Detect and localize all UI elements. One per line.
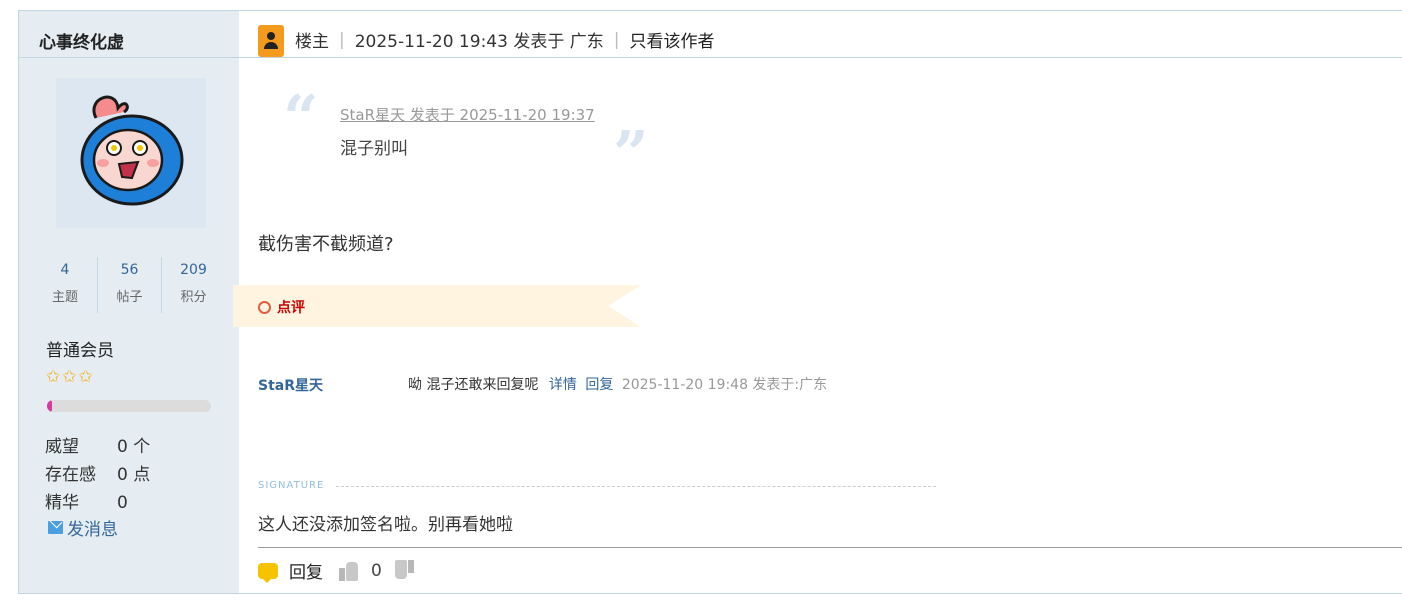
comment-entry: 呦 混子还敢来回复呢 详情 回复 2025-11-20 19:48 发表于:广东 [408, 374, 827, 394]
star-icon: ✩ [62, 367, 77, 387]
footer-divider [258, 547, 1402, 548]
floor-label: 楼主 [295, 32, 329, 52]
separator: | [613, 29, 620, 50]
quote-meta-link[interactable]: StaR星天 发表于 2025-11-20 19:37 [340, 104, 595, 125]
quote-close-icon: ” [613, 117, 649, 190]
quote-block: “ StaR星天 发表于 2025-11-20 19:37 混子别叫 ” [283, 81, 663, 190]
comment-time: 2025-11-20 19:48 发表于:广东 [621, 377, 828, 393]
post-timestamp: 2025-11-20 19:43 发表于 广东 [354, 32, 604, 52]
thumbs-down-icon[interactable] [394, 559, 414, 582]
thumbs-up-icon[interactable] [339, 560, 359, 582]
comment-detail-link[interactable]: 详情 [549, 377, 577, 393]
attr-prestige: 威望 0 个 [45, 432, 150, 457]
attr-key: 威望 [45, 437, 79, 457]
stat-value: 56 [120, 262, 139, 278]
stat-threads[interactable]: 4 主题 [33, 257, 97, 313]
reply-bubble-icon[interactable] [258, 562, 278, 583]
send-message-link[interactable]: 发消息 [48, 515, 118, 540]
only-author-link[interactable]: 只看该作者 [629, 27, 714, 52]
star-icon: ✩ [46, 367, 61, 387]
attr-value: 0 [117, 493, 128, 513]
comment-section-label: 点评 [277, 300, 305, 316]
quote-text: 混子别叫 [340, 139, 408, 159]
quote-open-icon: “ [283, 81, 319, 154]
level-progress-bar [47, 400, 211, 412]
avatar-image [80, 95, 184, 206]
author-stats: 4 主题 56 帖子 209 积分 [33, 257, 225, 313]
comment-text: 呦 混子还敢来回复呢 [408, 377, 539, 393]
level-progress-fill [47, 400, 52, 412]
attr-digest: 精华 0 [45, 488, 128, 513]
send-message-label: 发消息 [67, 520, 118, 540]
comment-reply-link[interactable]: 回复 [585, 377, 613, 393]
attr-presence: 存在感 0 点 [45, 460, 150, 485]
signature-divider [336, 486, 936, 487]
vote-count: 0 [371, 560, 382, 581]
attr-key: 精华 [45, 493, 79, 513]
stat-label: 帖子 [116, 290, 143, 305]
mail-icon [48, 521, 63, 534]
stat-points[interactable]: 209 积分 [161, 257, 225, 313]
post-body: 截伤害不截频道? [258, 234, 394, 255]
star-icon: ✩ [78, 367, 93, 387]
avatar[interactable] [56, 78, 206, 228]
signature-label: SIGNATURE [258, 480, 325, 491]
comment-user-link[interactable]: StaR星天 [258, 375, 323, 395]
attr-value: 0 点 [117, 465, 151, 485]
stat-value: 209 [180, 262, 207, 278]
post-main: 楼主 | 2025-11-20 19:43 发表于 广东 | 只看该作者 “ S… [233, 11, 1402, 593]
stat-value: 4 [60, 262, 70, 278]
signature-text: 这人还没添加签名啦。别再看她啦 [258, 515, 513, 535]
post-actions: 回复 0 [258, 558, 414, 583]
owner-badge-icon [258, 25, 284, 57]
author-name[interactable]: 心事终化虚 [39, 28, 124, 53]
ring-icon [258, 300, 271, 314]
attr-value: 0 个 [117, 437, 151, 457]
member-group[interactable]: 普通会员 [46, 336, 114, 361]
separator: | [339, 29, 345, 50]
attr-key: 存在感 [45, 465, 96, 485]
comment-section-header: 点评 [258, 297, 305, 317]
author-sidebar: 心事终化虚 4 主题 56 帖子 209 积分 普通会员 ✩ ✩ ✩ 威望 0 … [19, 11, 239, 593]
stat-posts[interactable]: 56 帖子 [97, 257, 161, 313]
divider [19, 57, 239, 58]
post-header: 楼主 | 2025-11-20 19:43 发表于 广东 | 只看该作者 [239, 11, 1402, 58]
post-container: 心事终化虚 4 主题 56 帖子 209 积分 普通会员 ✩ ✩ ✩ 威望 0 … [18, 10, 1402, 594]
rank-stars: ✩ ✩ ✩ [46, 368, 93, 386]
reply-button[interactable]: 回复 [289, 558, 323, 583]
stat-label: 积分 [180, 290, 207, 305]
stat-label: 主题 [51, 290, 78, 305]
